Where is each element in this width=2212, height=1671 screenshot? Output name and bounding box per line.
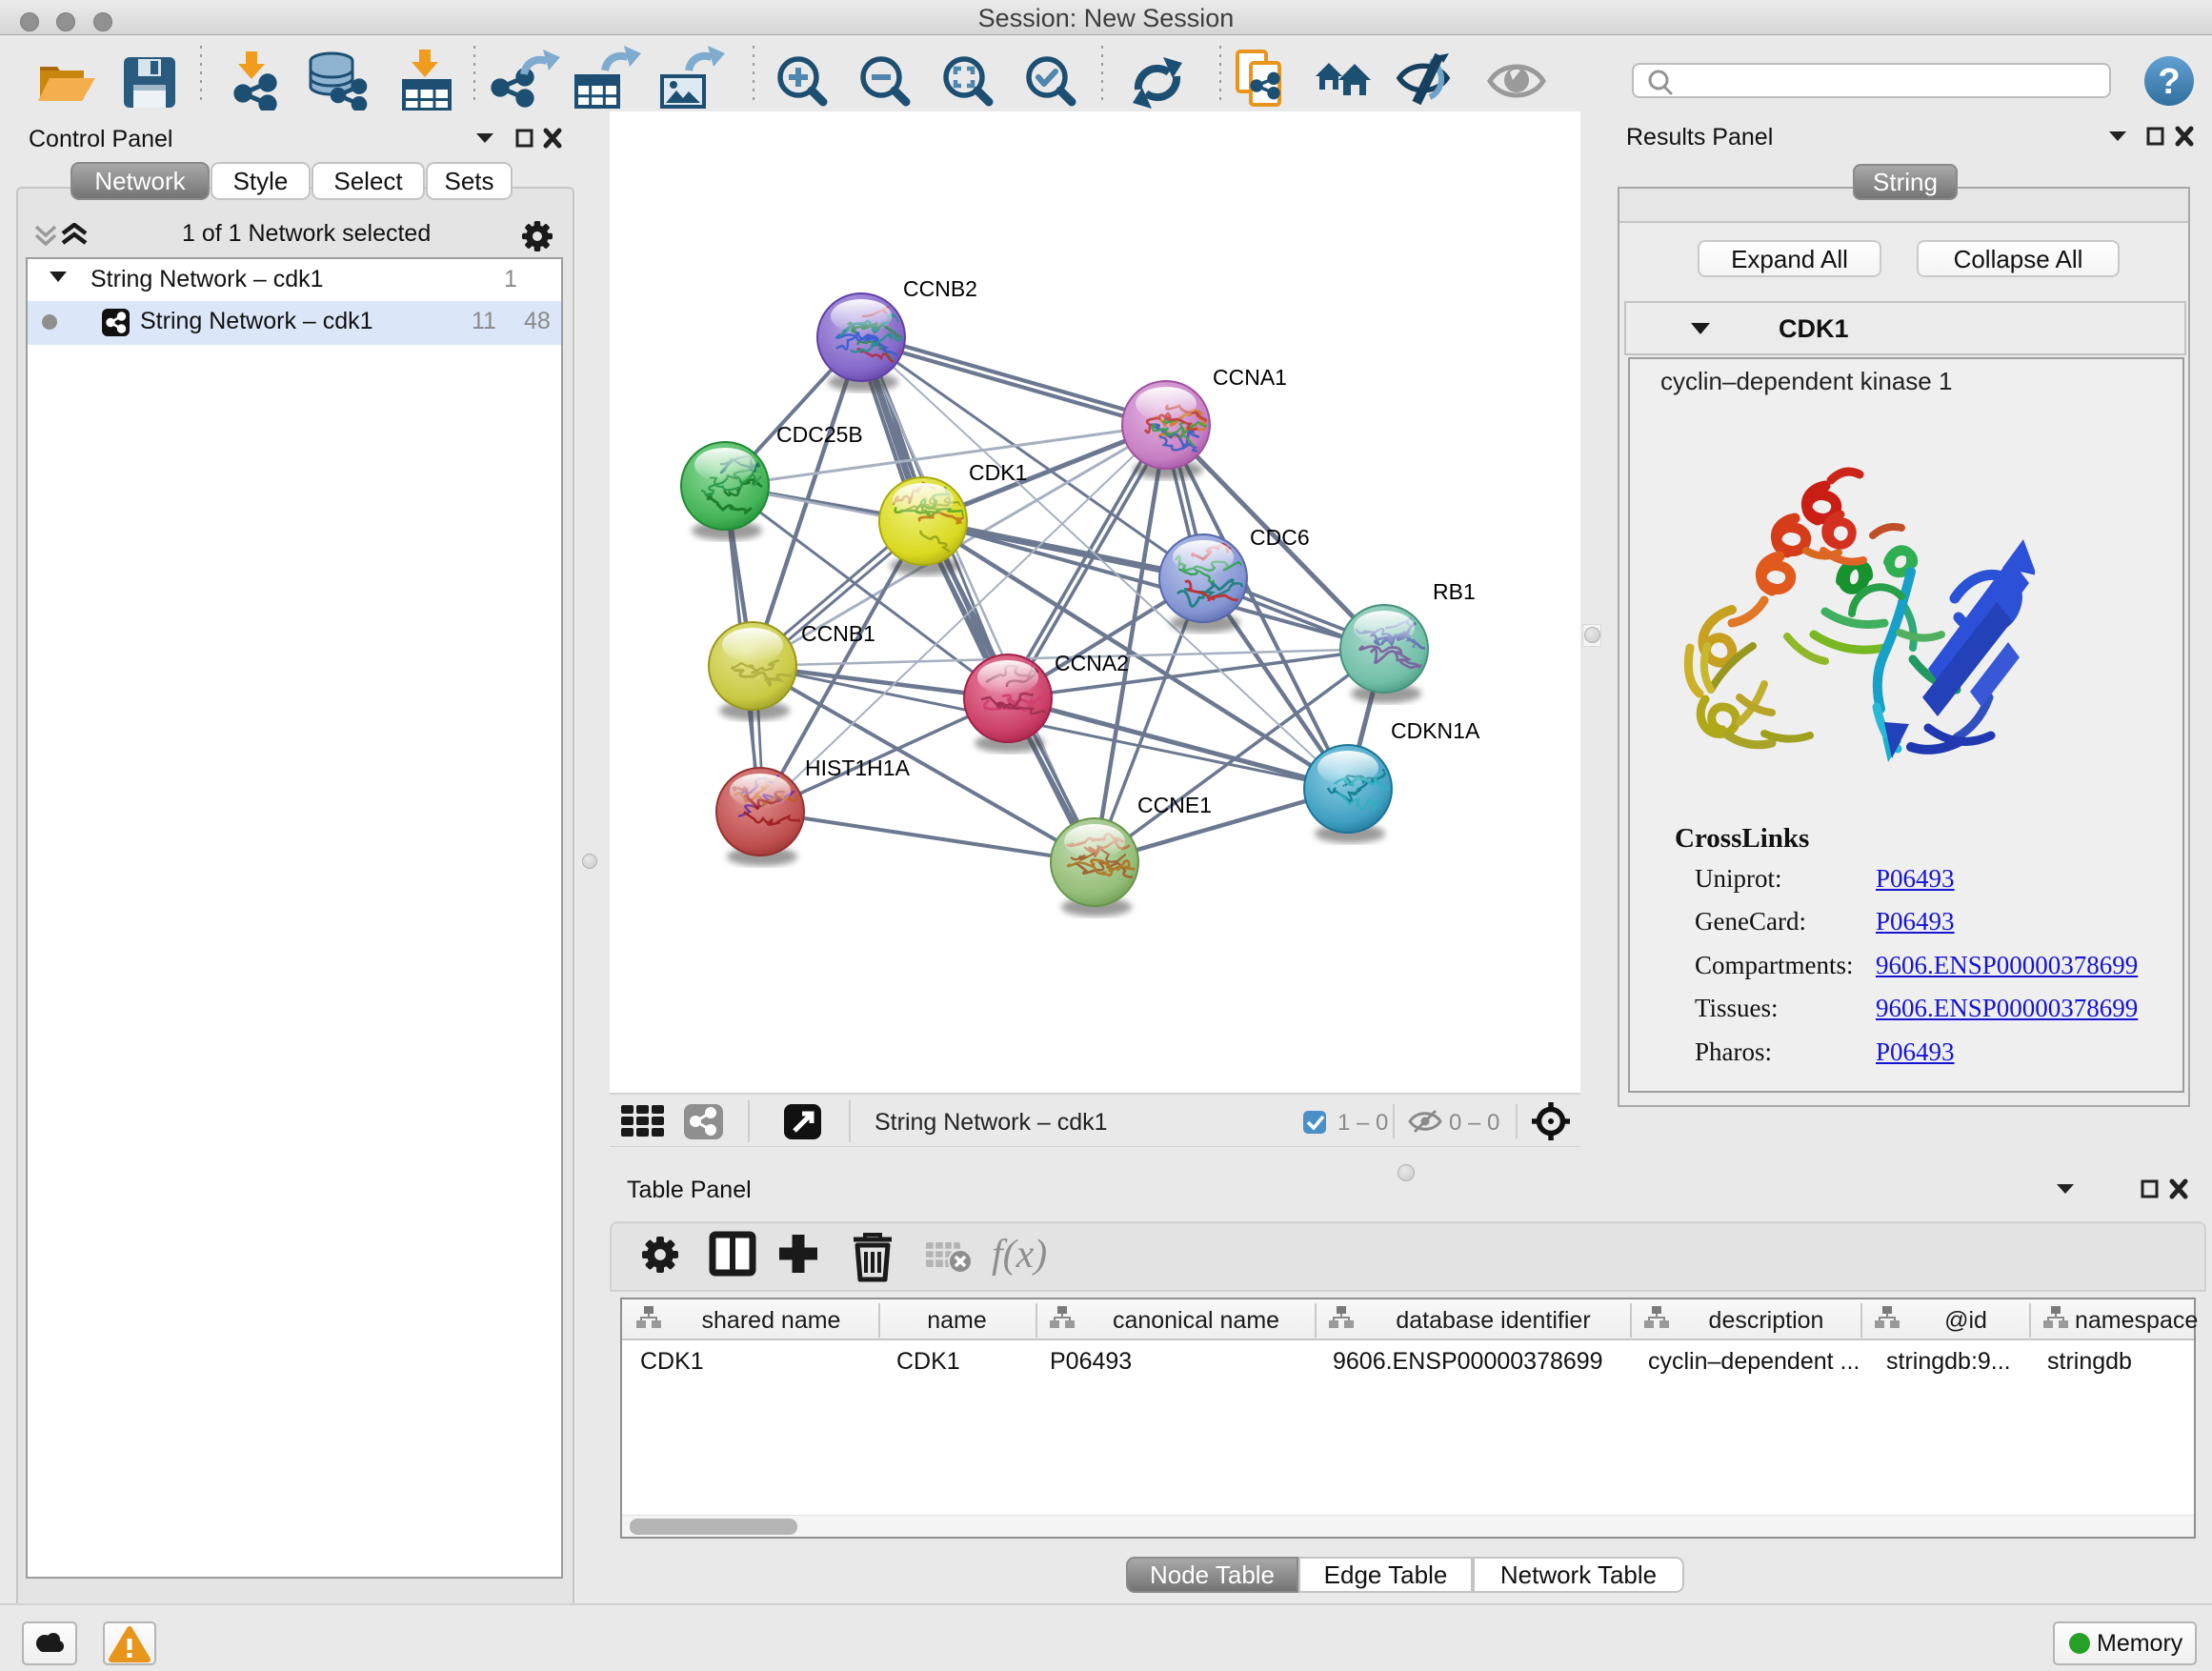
svg-text:RB1: RB1 — [1433, 579, 1476, 604]
svg-text:CCNA1: CCNA1 — [1213, 365, 1287, 390]
svg-text:CCNB1: CCNB1 — [801, 621, 875, 646]
svg-text:HIST1H1A: HIST1H1A — [805, 755, 911, 780]
svg-text:CDC6: CDC6 — [1250, 525, 1310, 550]
svg-text:CCNB2: CCNB2 — [903, 276, 977, 301]
svg-text:String Network – cdk1: String Network – cdk1 — [875, 1109, 1108, 1136]
svg-text:CCNE1: CCNE1 — [1137, 793, 1212, 817]
svg-text:?: ? — [2158, 62, 2180, 102]
svg-text:CCNA2: CCNA2 — [1055, 651, 1129, 675]
svg-text:CDKN1A: CDKN1A — [1391, 718, 1480, 743]
svg-text:CDK1: CDK1 — [969, 460, 1027, 485]
svg-text:f(x): f(x) — [992, 1233, 1047, 1277]
svg-text:0 – 0: 0 – 0 — [1449, 1110, 1499, 1136]
svg-text:CDC25B: CDC25B — [776, 422, 863, 447]
svg-text:1 – 0: 1 – 0 — [1337, 1110, 1388, 1136]
